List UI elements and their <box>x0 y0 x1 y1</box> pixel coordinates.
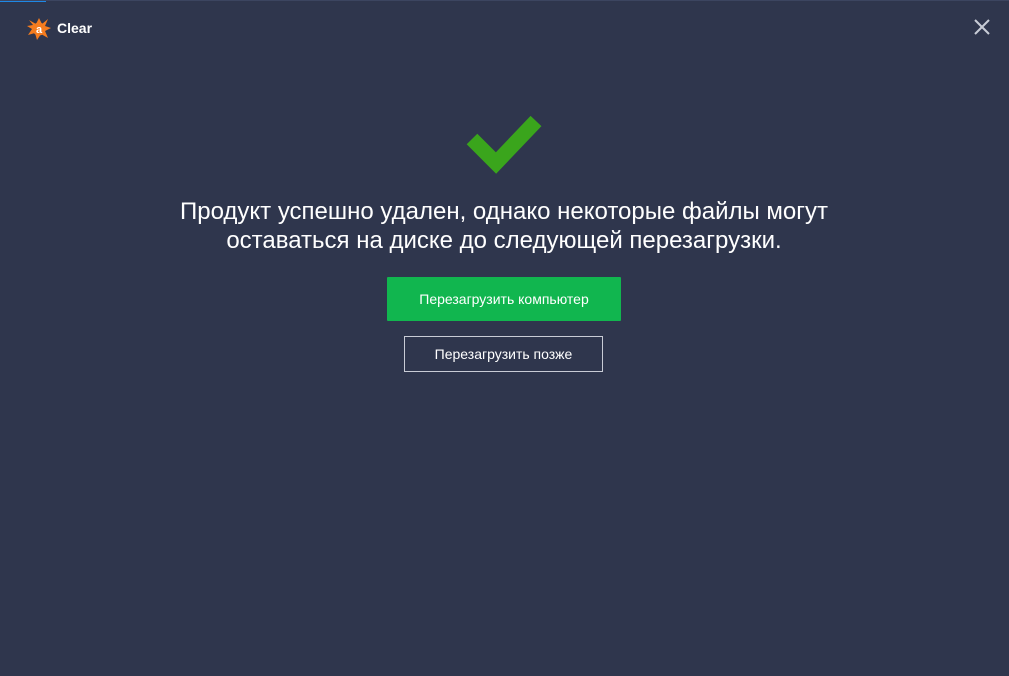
success-message: Продукт успешно удален, однако некоторые… <box>104 197 904 255</box>
title-bar: a Clear <box>0 1 1009 55</box>
svg-text:a: a <box>36 24 43 36</box>
app-title: Clear <box>57 20 93 36</box>
checkmark-icon <box>466 115 542 174</box>
restart-later-button[interactable]: Перезагрузить позже <box>404 336 603 372</box>
success-message-line-2: оставаться на диске до следующей перезаг… <box>226 227 782 254</box>
avast-logo-icon: a <box>27 18 51 40</box>
close-icon[interactable] <box>968 13 996 41</box>
success-message-line-1: Продукт успешно удален, однако некоторые… <box>179 198 829 225</box>
uninstall-window: a Clear Продукт успешно удален, однако н… <box>0 0 1009 676</box>
restart-now-button[interactable]: Перезагрузить компьютер <box>387 277 621 321</box>
